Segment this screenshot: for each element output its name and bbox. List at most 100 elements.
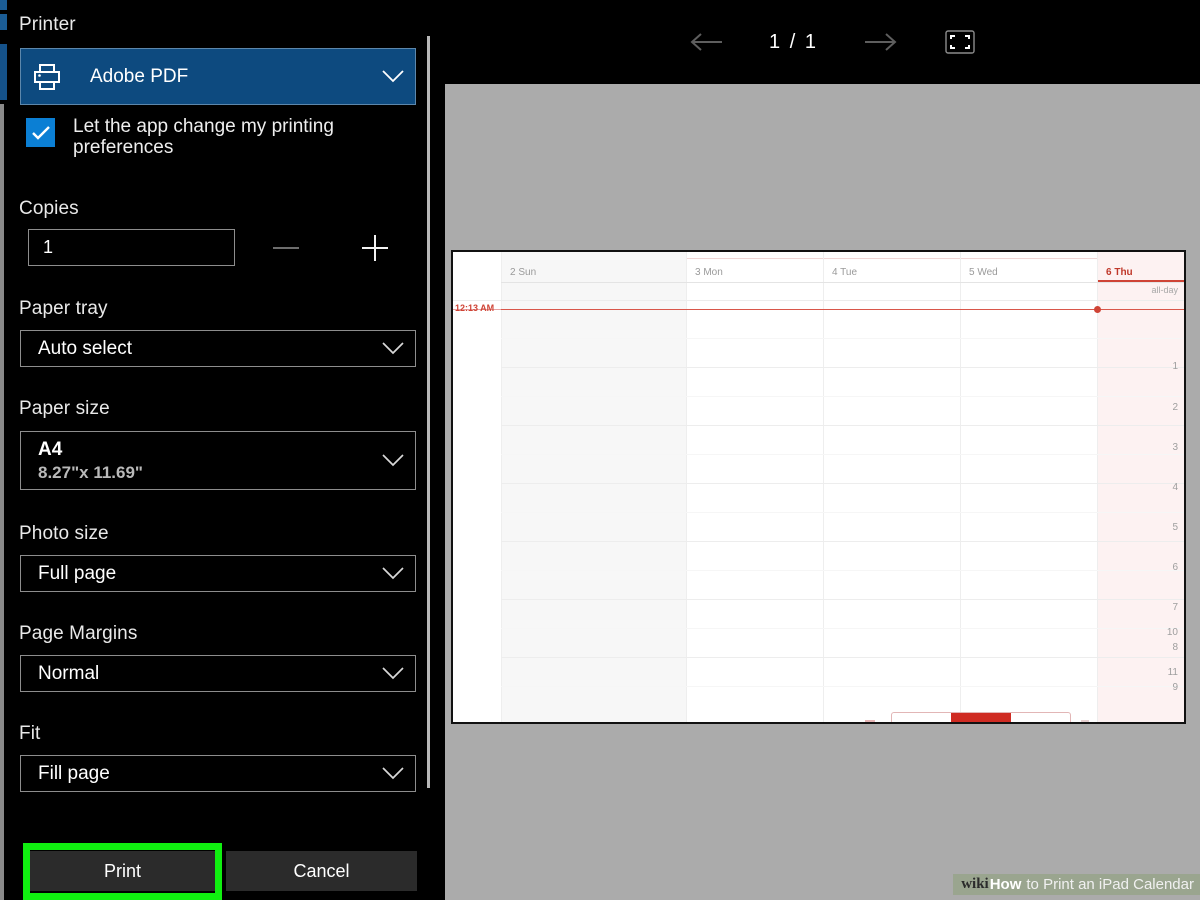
- printer-icon: [21, 63, 73, 91]
- copies-decrement-button[interactable]: [263, 229, 309, 267]
- printer-select[interactable]: Adobe PDF: [20, 48, 416, 105]
- calendar-hour-label: 9: [1172, 682, 1178, 693]
- calendar-hour-label: 10: [1166, 627, 1178, 638]
- calendar-hour-line: [501, 425, 1184, 426]
- print-settings-panel: Printer Adobe PDF Let the app change my …: [7, 0, 428, 900]
- page-margins-label: Page Margins: [19, 623, 138, 644]
- chevron-down-icon: [371, 667, 415, 680]
- photo-size-value: Full page: [38, 562, 117, 584]
- calendar-day-header: 5 Wed: [969, 267, 998, 278]
- chevron-down-icon: [371, 767, 415, 780]
- chevron-down-icon: [371, 454, 415, 467]
- window-left-edge: [0, 0, 7, 900]
- arrow-right-icon[interactable]: [864, 27, 898, 57]
- preview-toolbar: 1 / 1: [445, 0, 1200, 84]
- calendar-half-hour-line: [501, 512, 1184, 513]
- printer-value: Adobe PDF: [90, 65, 189, 87]
- check-icon: [31, 125, 50, 140]
- edge-accent-segment: [0, 44, 7, 100]
- calendar-hour-line: [501, 483, 1184, 484]
- calendar-document: ‹June 2 - 8 2019› 2 Sun 3 Mon 4 Tue: [453, 252, 1184, 722]
- page-margins-select[interactable]: Normal: [20, 655, 416, 692]
- arrow-left-icon[interactable]: [689, 27, 723, 57]
- calendar-half-hour-line: [501, 338, 1184, 339]
- current-time-line-strong: [501, 309, 1184, 310]
- app-preferences-label: Let the app change my printing preferenc…: [73, 116, 334, 159]
- copies-increment-button[interactable]: [352, 229, 398, 267]
- calendar-hour-line: [501, 367, 1184, 368]
- calendar-view-segment-active[interactable]: [951, 713, 1011, 722]
- paper-tray-select[interactable]: Auto select: [20, 330, 416, 367]
- calendar-hour-line: [501, 657, 1184, 658]
- paper-size-select[interactable]: A4 8.27"x 11.69": [20, 431, 416, 490]
- calendar-half-hour-line: [501, 686, 1184, 687]
- settings-scrollbar[interactable]: [427, 36, 430, 788]
- paper-size-name: A4: [38, 438, 63, 460]
- calendar-day-column-today: 6 Thu: [1097, 252, 1184, 722]
- print-preview-pane: 1 / 1 2 Sun 3 Mon 4 Tue 5 Wed 6 Thu all-…: [445, 0, 1200, 900]
- page-margins-value: Normal: [38, 662, 100, 684]
- chevron-down-icon: [371, 70, 415, 83]
- calendar-view-segment[interactable]: [892, 713, 951, 722]
- calendar-half-hour-line: [501, 628, 1184, 629]
- calendar-hour-label: 5: [1172, 522, 1178, 533]
- preview-page-sheet[interactable]: ‹June 2 - 8 2019› 2 Sun 3 Mon 4 Tue: [451, 250, 1186, 724]
- print-dialog-screen: Printer Adobe PDF Let the app change my …: [0, 0, 1200, 900]
- paper-size-dimensions: 8.27"x 11.69": [38, 462, 143, 482]
- allday-label: all-day: [1151, 285, 1178, 295]
- app-preferences-checkbox[interactable]: [26, 118, 55, 147]
- copies-label: Copies: [19, 198, 79, 219]
- watermark-how: How: [989, 876, 1022, 893]
- chevron-down-icon: [371, 567, 415, 580]
- fit-value: Fill page: [38, 762, 110, 784]
- calendar-hour-label: 1: [1172, 361, 1178, 372]
- calendar-day-column: 4 Tue: [823, 252, 960, 722]
- calendar-nav-left-icon: [865, 720, 875, 722]
- calendar-hour-label: 7: [1172, 602, 1178, 613]
- calendar-half-hour-line: [501, 570, 1184, 571]
- app-preferences-checkbox-row[interactable]: Let the app change my printing preferenc…: [26, 116, 383, 159]
- calendar-view-segment[interactable]: [1011, 713, 1070, 722]
- calendar-time-gutter: [453, 252, 501, 722]
- edge-accent-segment: [0, 0, 7, 10]
- calendar-nav-right-icon: [1081, 720, 1089, 722]
- paper-tray-label: Paper tray: [19, 298, 108, 319]
- calendar-hour-label: 11: [1167, 667, 1178, 678]
- current-time-label: 12:13 AM: [455, 303, 495, 313]
- calendar-header-rule: [453, 282, 1184, 283]
- calendar-view-segmented-control[interactable]: [891, 712, 1071, 722]
- copies-input[interactable]: 1: [28, 229, 235, 266]
- calendar-hour-line: [501, 599, 1184, 600]
- paper-size-value: A4 8.27"x 11.69": [21, 439, 371, 482]
- photo-size-select[interactable]: Full page: [20, 555, 416, 592]
- cancel-button[interactable]: Cancel: [226, 851, 417, 891]
- edge-accent-segment: [0, 14, 7, 30]
- chevron-down-icon: [371, 342, 415, 355]
- watermark-wiki: wiki: [961, 876, 989, 892]
- edge-gray-rail: [0, 104, 4, 900]
- calendar-hour-label: 8: [1172, 642, 1178, 653]
- calendar-day-header: 3 Mon: [695, 267, 723, 278]
- calendar-half-hour-line: [501, 454, 1184, 455]
- calendar-hour-label: 4: [1172, 482, 1178, 493]
- calendar-half-hour-line: [501, 396, 1184, 397]
- allday-rule: [453, 300, 1184, 301]
- calendar-hour-line: [501, 541, 1184, 542]
- paper-size-label: Paper size: [19, 398, 110, 419]
- calendar-hour-label: 3: [1172, 442, 1178, 453]
- calendar-day-column: 2 Sun: [501, 252, 686, 722]
- fullscreen-icon[interactable]: [944, 30, 976, 54]
- watermark-caption: to Print an iPad Calendar: [1026, 876, 1194, 893]
- calendar-day-column: 5 Wed: [960, 252, 1097, 722]
- printer-label: Printer: [19, 14, 76, 35]
- current-time-dot: [1094, 306, 1101, 313]
- photo-size-label: Photo size: [19, 523, 109, 544]
- calendar-day-header-today: 6 Thu: [1106, 267, 1133, 278]
- calendar-hour-label: 2: [1172, 402, 1178, 413]
- wikihow-watermark: wiki How to Print an iPad Calendar: [953, 874, 1200, 895]
- calendar-hour-label: 6: [1172, 562, 1178, 573]
- fit-select[interactable]: Fill page: [20, 755, 416, 792]
- paper-tray-value: Auto select: [38, 337, 132, 359]
- print-button[interactable]: Print: [30, 851, 215, 891]
- calendar-day-column: 3 Mon: [686, 252, 823, 722]
